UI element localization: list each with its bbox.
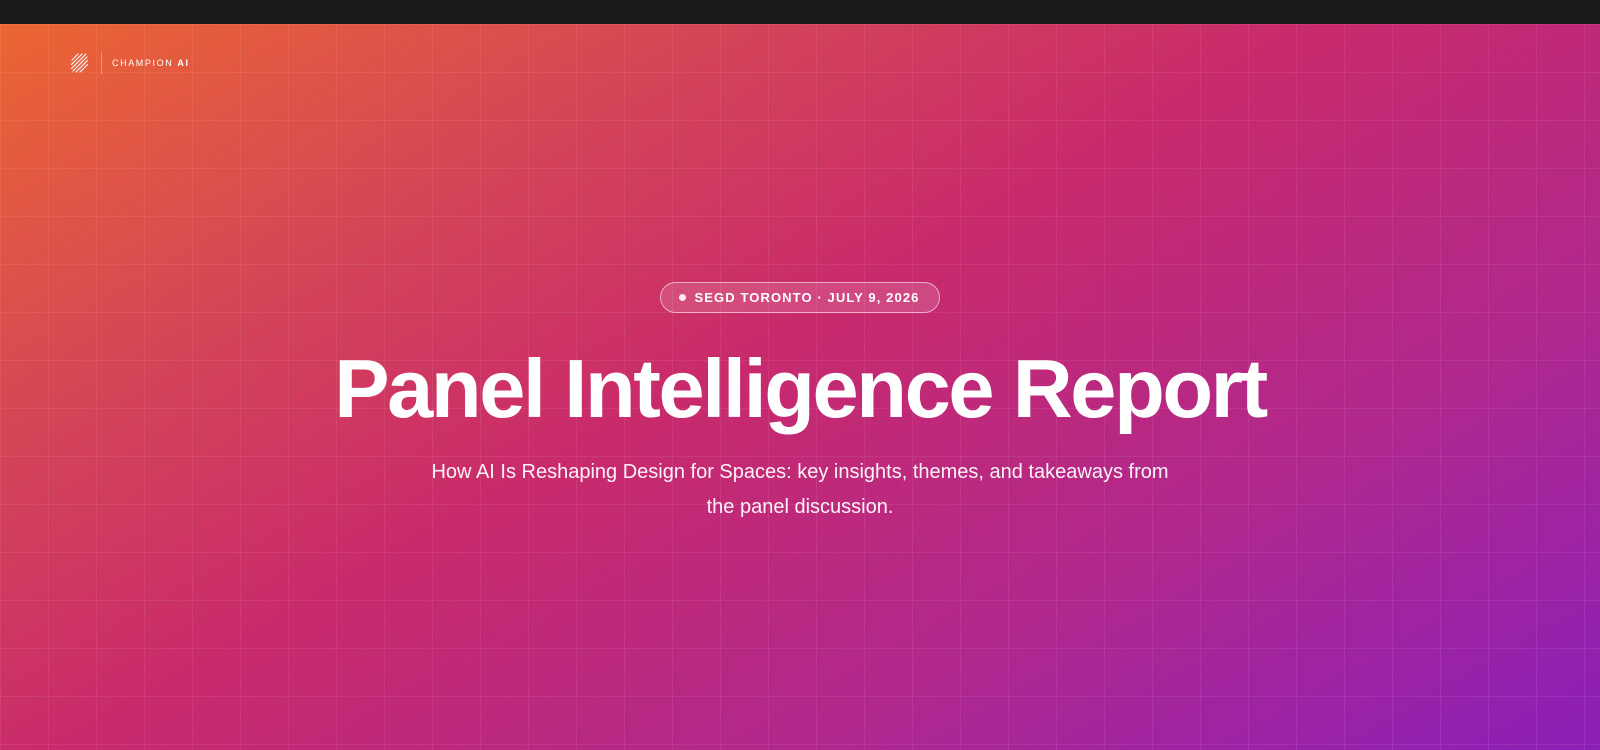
brand-name: CHAMPION AI: [112, 58, 190, 68]
dot-icon: [679, 294, 687, 301]
champion-ai-logo-icon: [70, 53, 89, 73]
page-subtitle: How AI Is Reshaping Design for Spaces: k…: [431, 461, 1169, 518]
page-title: Panel Intelligence Report: [334, 342, 1268, 435]
hero-section: CHAMPION AI SEGD TORONTO · JULY 9, 2026 …: [0, 24, 1600, 750]
brand-name-suffix: AI: [177, 58, 190, 68]
brand-name-prefix: CHAMPION: [112, 58, 174, 68]
event-badge: SEGD TORONTO · JULY 9, 2026: [660, 282, 940, 313]
brand-logo[interactable]: CHAMPION AI: [70, 52, 190, 74]
event-badge-text: SEGD TORONTO · JULY 9, 2026: [694, 290, 920, 305]
hero-content: SEGD TORONTO · JULY 9, 2026 Panel Intell…: [0, 282, 1600, 525]
browser-top-bar: [0, 0, 1600, 24]
brand-divider: [101, 52, 102, 74]
